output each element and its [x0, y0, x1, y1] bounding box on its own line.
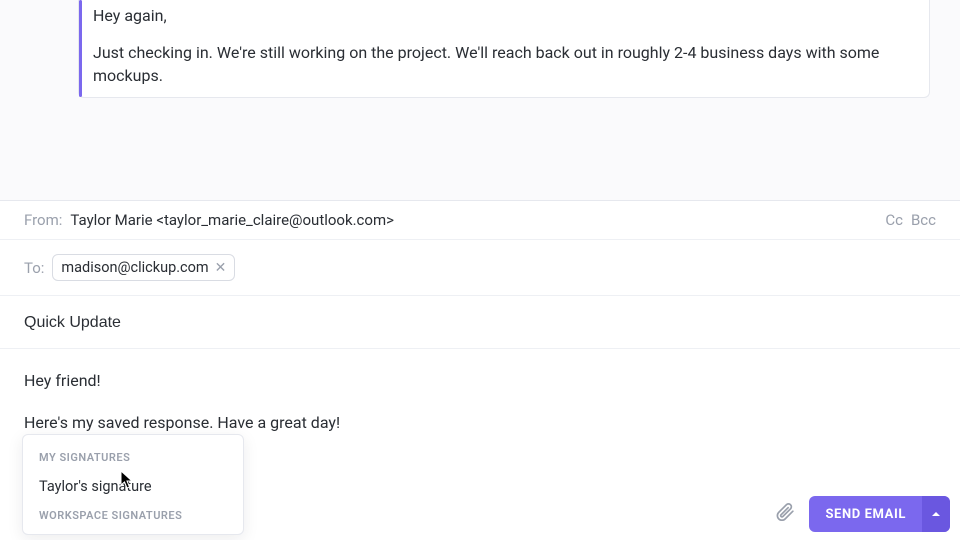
send-email-button[interactable]: SEND EMAIL [809, 496, 922, 532]
signature-section-my: MY SIGNATURES [23, 445, 243, 470]
send-toolbar: SEND EMAIL [775, 496, 950, 532]
body-line-2: Here's my saved response. Have a great d… [24, 411, 936, 435]
quoted-body: Just checking in. We're still working on… [93, 41, 915, 87]
subject-input[interactable] [24, 314, 936, 332]
attachment-icon[interactable] [775, 501, 795, 527]
from-value[interactable]: Taylor Marie <taylor_marie_claire@outloo… [70, 211, 394, 229]
signature-popup: MY SIGNATURES Taylor's signature WORKSPA… [22, 434, 244, 535]
caret-up-icon [931, 509, 941, 519]
bcc-link[interactable]: Bcc [911, 211, 936, 229]
from-row: From: Taylor Marie <taylor_marie_claire@… [0, 201, 960, 240]
send-options-dropdown[interactable] [922, 496, 950, 532]
cc-link[interactable]: Cc [885, 211, 903, 229]
from-label: From: [24, 211, 62, 229]
remove-recipient-icon[interactable]: ✕ [215, 261, 227, 275]
signature-item-taylor[interactable]: Taylor's signature [23, 470, 243, 503]
to-label: To: [24, 259, 44, 277]
quote-accent-bar [79, 0, 82, 97]
signature-section-workspace: WORKSPACE SIGNATURES [23, 503, 243, 528]
subject-row [0, 296, 960, 349]
to-row: To: madison@clickup.com ✕ [0, 240, 960, 296]
quoted-greeting: Hey again, [93, 4, 915, 27]
recipient-chip-text: madison@clickup.com [61, 259, 208, 276]
recipient-chip[interactable]: madison@clickup.com ✕ [52, 254, 235, 281]
quoted-message: Hey again, Just checking in. We're still… [78, 0, 930, 98]
body-line-1: Hey friend! [24, 369, 936, 393]
send-email-button-group: SEND EMAIL [809, 496, 950, 532]
